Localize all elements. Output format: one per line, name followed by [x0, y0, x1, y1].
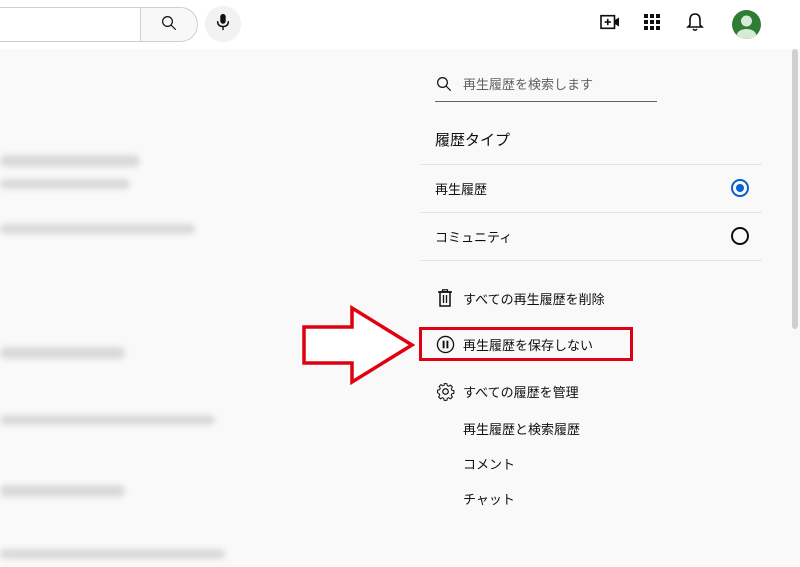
gear-icon [435, 381, 455, 401]
trash-icon [435, 288, 455, 308]
notifications-button[interactable] [681, 10, 709, 38]
voice-search-button[interactable] [205, 6, 241, 42]
annotation-arrow-icon [300, 304, 420, 389]
radio-unselected[interactable] [731, 227, 749, 245]
manage-link-comments[interactable]: コメント [463, 454, 515, 473]
clear-all-history-label: すべての再生履歴を削除 [463, 292, 605, 308]
manage-link-chat[interactable]: チャット [463, 489, 515, 508]
history-type-title: 履歴タイプ [435, 131, 511, 149]
divider [420, 260, 762, 261]
search-button[interactable] [140, 7, 198, 42]
create-video-icon [599, 13, 621, 35]
mic-icon [215, 13, 231, 35]
history-search-placeholder: 再生履歴を検索します [463, 78, 594, 93]
bell-icon [686, 12, 704, 36]
history-search-field[interactable]: 再生履歴を検索します [435, 66, 657, 102]
search-input[interactable] [0, 7, 140, 42]
history-type-watch-history[interactable]: 再生履歴 [420, 164, 762, 212]
highlight-annotation-box [419, 327, 633, 361]
manage-link-watch-search-history[interactable]: 再生履歴と検索履歴 [463, 419, 580, 438]
apps-button[interactable] [638, 10, 666, 38]
search-icon [160, 14, 178, 36]
history-type-label: コミュニティ [435, 230, 513, 246]
apps-grid-icon [643, 13, 661, 35]
avatar[interactable] [732, 10, 761, 39]
history-type-label: 再生履歴 [435, 182, 488, 198]
create-button[interactable] [596, 10, 624, 38]
history-type-community[interactable]: コミュニティ [420, 212, 762, 260]
clear-all-history-button[interactable]: すべての再生履歴を削除 [435, 283, 605, 313]
manage-all-history-label: すべての履歴を管理 [463, 385, 579, 401]
top-bar [0, 0, 800, 49]
search-icon [435, 75, 453, 97]
scrollbar-thumb[interactable] [792, 49, 798, 329]
avatar-icon [732, 15, 761, 39]
manage-all-history-button[interactable]: すべての履歴を管理 [435, 376, 579, 406]
radio-selected[interactable] [731, 179, 749, 197]
